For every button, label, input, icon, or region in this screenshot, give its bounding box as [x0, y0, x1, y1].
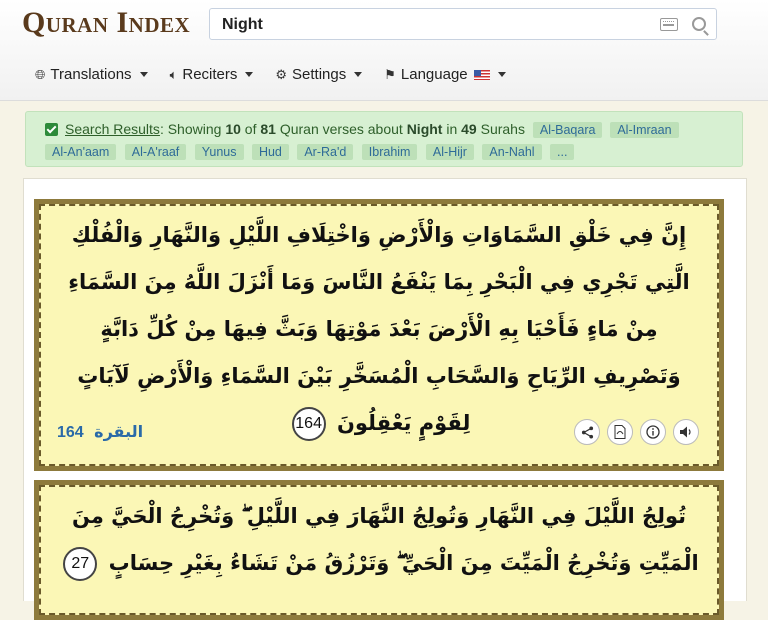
ayah-number: 164 [291, 407, 326, 441]
chevron-down-icon [354, 72, 363, 77]
nav-language-label: Language [400, 66, 468, 83]
nav-language[interactable]: ⚑︎ Language [384, 66, 506, 83]
nav-reciters[interactable]: 🔈︎ Reciters [170, 66, 254, 83]
verse-text: إِنَّ فِي خَلْقِ السَّمَاوَاتِ وَالْأَرْ… [39, 204, 719, 447]
search-results-link[interactable]: Search Results [65, 121, 160, 137]
results-surah-count: 49 [461, 121, 477, 137]
verse-arabic: تُولِجُ اللَّيْلَ فِي النَّهَارِ وَتُولِ… [71, 504, 699, 575]
verse-ref-number: 164 [57, 424, 84, 441]
gear-icon: ⚙︎ [275, 66, 288, 82]
search-box [209, 8, 717, 40]
share-icon[interactable] [574, 419, 600, 445]
search-icon[interactable] [692, 17, 706, 31]
results-count: 10 [225, 121, 241, 137]
results-text: of [240, 121, 261, 137]
results-banner: Search Results: Showing 10 of 81 Quran v… [25, 111, 743, 167]
main-nav: 🌐︎ Translations 🔈︎ Reciters ⚙︎ Settings … [35, 66, 528, 83]
nav-reciters-label: Reciters [182, 66, 238, 83]
surah-tag[interactable]: An-Nahl [482, 144, 542, 160]
globe-icon: 🌐︎ [35, 66, 46, 82]
more-tags[interactable]: ... [550, 144, 575, 160]
flag-icon: ⚑︎ [384, 66, 396, 82]
verse-arabic: إِنَّ فِي خَلْقِ السَّمَاوَاتِ وَالْأَرْ… [68, 223, 690, 435]
results-text: Surahs [476, 121, 525, 137]
surah-tag[interactable]: Al-Baqara [532, 122, 603, 138]
search-input[interactable] [220, 15, 644, 35]
results-text: in [442, 121, 462, 137]
surah-tag[interactable]: Al-Hijr [425, 144, 474, 160]
verse-card: تُولِجُ اللَّيْلَ فِي النَّهَارِ وَتُولِ… [34, 480, 724, 620]
nav-settings-label: Settings [292, 66, 347, 83]
surah-tag[interactable]: Yunus [194, 144, 244, 160]
nav-settings[interactable]: ⚙︎ Settings [275, 66, 363, 83]
verses-list: إِنَّ فِي خَلْقِ السَّمَاوَاتِ وَالْأَرْ… [23, 178, 747, 620]
surah-tag-list: Al-An'aam Al-A'raaf Yunus Hud Ar-Ra'd Ib… [45, 143, 742, 161]
results-summary: Search Results: Showing 10 of 81 Quran v… [45, 121, 742, 138]
site-header: Quran Index 🌐︎ Translations 🔈︎ Reciters … [0, 0, 768, 101]
verse-text: تُولِجُ اللَّيْلَ فِي النَّهَارِ وَتُولِ… [39, 485, 719, 587]
chevron-down-icon [497, 72, 506, 77]
speaker-icon: 🔈︎ [169, 66, 178, 82]
results-total: 81 [260, 121, 276, 137]
surah-tag[interactable]: Hud [251, 144, 289, 160]
results-text: : Showing [159, 121, 226, 137]
surah-tag[interactable]: Al-An'aam [45, 144, 117, 160]
us-flag-icon [473, 69, 490, 80]
surah-tag[interactable]: Al-Imraan [610, 122, 679, 138]
nav-translations-label: Translations [50, 66, 132, 83]
chevron-down-icon [245, 72, 254, 77]
checkbox-icon [45, 123, 58, 136]
keyboard-icon[interactable] [660, 18, 678, 31]
info-icon[interactable] [640, 419, 666, 445]
surah-tag[interactable]: Ibrahim [361, 144, 418, 160]
verse-card: إِنَّ فِي خَلْقِ السَّمَاوَاتِ وَالْأَرْ… [34, 199, 724, 471]
surah-tag[interactable]: Al-A'raaf [124, 144, 187, 160]
audio-icon[interactable] [673, 419, 699, 445]
verse-actions [574, 419, 699, 445]
chevron-down-icon [139, 72, 148, 77]
verse-ref-surah: البقرة [94, 424, 144, 441]
pdf-icon[interactable] [607, 419, 633, 445]
ayah-number: 27 [63, 547, 98, 581]
site-logo[interactable]: Quran Index [22, 6, 190, 40]
surah-tag[interactable]: Ar-Ra'd [297, 144, 354, 160]
nav-translations[interactable]: 🌐︎ Translations [35, 66, 148, 83]
verse-reference[interactable]: 164 البقرة [57, 422, 143, 442]
results-text: Quran verses about [275, 121, 407, 137]
results-term: Night [406, 121, 443, 137]
